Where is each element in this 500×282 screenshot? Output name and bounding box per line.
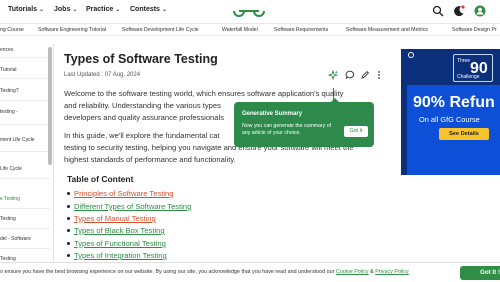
subnav-item[interactable]: Software Engineering Tutorial — [38, 27, 106, 33]
article-sidebar: ences Tutorial Testing? testing - ment L… — [0, 44, 54, 262]
nav-label: Jobs — [54, 6, 71, 13]
ad-subline: On all GfG Course — [419, 115, 480, 124]
see-details-button[interactable]: See Details — [439, 128, 489, 140]
nav-tutorials[interactable]: Tutorials ⌄ — [8, 6, 44, 13]
cookie-text: o ensure you have the best browsing expe… — [0, 269, 409, 275]
toc-item: Types of Black Box Testing — [67, 226, 165, 235]
got-it-button[interactable]: Got it — [344, 126, 368, 137]
bullet — [67, 205, 70, 208]
top-navbar: Tutorials ⌄ Jobs ⌄ Practice ⌄ Contests ⌄ — [0, 0, 500, 24]
cookie-message: o ensure you have the best browsing expe… — [0, 269, 336, 275]
edit-icon[interactable] — [360, 70, 370, 80]
sidebar-divider — [0, 57, 50, 58]
sidebar-item[interactable]: Testing — [0, 216, 50, 222]
ad-info-icon[interactable] — [408, 52, 414, 58]
chevron-down-icon: ⌄ — [72, 7, 78, 13]
guide-line: highest standards of performance and fun… — [64, 155, 236, 164]
challenge-bottom: Challenge — [457, 74, 480, 80]
sidebar-item[interactable]: testing - — [0, 109, 50, 115]
topic-subnav: ng Course Software Engineering Tutorial … — [0, 24, 500, 36]
toc-item: Types of Integration Testing — [67, 251, 167, 260]
chevron-down-icon: ⌄ — [161, 7, 167, 13]
search-icon[interactable] — [432, 5, 444, 17]
toc-link[interactable]: Types of Functional Testing — [74, 239, 166, 248]
challenge-top: Three — [457, 58, 471, 64]
chevron-down-icon: ⌄ — [39, 7, 45, 13]
sidebar-divider — [0, 124, 50, 125]
bullet — [67, 229, 70, 232]
nav-label: Tutorials — [8, 6, 38, 13]
sidebar-divider — [0, 178, 50, 179]
toc-item: Types of Manual Testing — [67, 214, 156, 223]
sidebar-divider — [0, 248, 50, 249]
sidebar-scrollbar[interactable] — [48, 47, 52, 165]
sidebar-item[interactable]: Life Cycle — [0, 166, 50, 172]
popup-arrow — [331, 98, 339, 102]
ai-summary-icon[interactable] — [328, 70, 338, 80]
page-title: Types of Software Testing — [64, 52, 218, 66]
nav-jobs[interactable]: Jobs ⌄ — [54, 6, 77, 13]
sidebar-item[interactable]: ment Life Cycle — [0, 137, 50, 143]
sidebar-divider — [0, 208, 50, 209]
nav-practice[interactable]: Practice ⌄ — [86, 6, 120, 13]
toc-item: Types of Functional Testing — [67, 239, 166, 248]
toc-link[interactable]: Types of Manual Testing — [74, 214, 156, 223]
cookie-accept-button[interactable]: Got It ! — [460, 266, 500, 280]
sidebar-divider — [0, 228, 50, 229]
gfg-logo-icon[interactable] — [232, 4, 266, 18]
ad-headline: 90% Refun — [413, 94, 495, 111]
bullet — [67, 254, 70, 257]
cookie-policy-link[interactable]: Cookie Policy — [336, 269, 369, 275]
subnav-item[interactable]: Software Development Life Cycle — [122, 27, 199, 33]
sidebar-item[interactable]: Testing? — [0, 88, 50, 94]
last-updated: Last Updated : 07 Aug, 2024 — [64, 72, 141, 78]
privacy-policy-link[interactable]: Privacy Policy — [375, 269, 409, 275]
popup-heading: Generative Summary — [242, 111, 303, 117]
sidebar-item[interactable]: Tutorial — [0, 67, 50, 73]
user-avatar-icon[interactable] — [474, 5, 486, 17]
sidebar-item-active[interactable]: e Testing — [0, 196, 50, 202]
nav-label: Practice — [86, 6, 114, 13]
bullet — [67, 217, 70, 220]
nav-contests[interactable]: Contests ⌄ — [130, 6, 167, 13]
bullet — [67, 242, 70, 245]
cookie-consent-bar: o ensure you have the best browsing expe… — [0, 262, 500, 282]
more-options-icon[interactable] — [374, 70, 384, 80]
dark-mode-icon[interactable] — [453, 5, 465, 17]
toc-item: Principles of Software Testing — [67, 189, 173, 198]
toc-link[interactable]: Principles of Software Testing — [74, 189, 173, 198]
toc-link[interactable]: Different Types of Software Testing — [74, 202, 191, 211]
challenge-badge: Three 90 Challenge — [453, 54, 493, 82]
generative-summary-popup: Generative Summary Now you can generate … — [234, 98, 374, 147]
sidebar-item[interactable]: ences — [0, 47, 50, 53]
subnav-item[interactable]: ng Course — [0, 27, 24, 33]
nav-label: Contests — [130, 6, 160, 13]
toc-heading: Table of Content — [67, 174, 134, 184]
toc-link[interactable]: Types of Black Box Testing — [74, 226, 165, 235]
toc-link[interactable]: Types of Integration Testing — [74, 251, 167, 260]
sidebar-divider — [0, 151, 50, 152]
advertisement-banner[interactable]: Three 90 Challenge 90% Refun On all GfG … — [401, 49, 500, 175]
comment-icon[interactable] — [345, 70, 355, 80]
sidebar-divider — [0, 100, 50, 101]
chevron-down-icon: ⌄ — [115, 7, 121, 13]
sidebar-divider — [0, 78, 50, 79]
bullet — [67, 192, 70, 195]
subnav-item[interactable]: Waterfall Model — [222, 27, 258, 33]
toc-item: Different Types of Software Testing — [67, 202, 191, 211]
subnav-item[interactable]: Software Measurement and Metrics — [346, 27, 428, 33]
subnav-item[interactable]: Software Design Pr — [452, 27, 497, 33]
popup-text: Now you can generate the summary of any … — [242, 123, 332, 136]
sidebar-item[interactable]: del - Software — [0, 236, 50, 242]
subnav-item[interactable]: Software Requirements — [274, 27, 328, 33]
